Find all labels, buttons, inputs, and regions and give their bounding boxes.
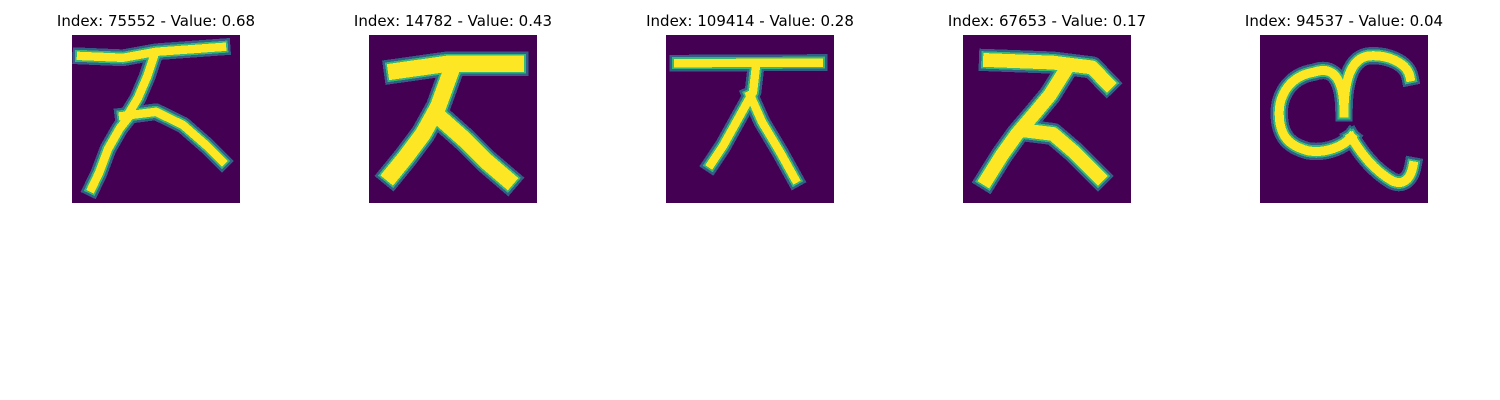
- digit-image: [963, 35, 1131, 203]
- panel-title: Index: 94537 - Value: 0.04: [1244, 12, 1444, 30]
- digit-image: [369, 35, 537, 203]
- digit-image: [1260, 35, 1428, 203]
- panel-1: Index: 14782 - Value: 0.43: [323, 0, 583, 210]
- panel-4: Index: 94537 - Value: 0.04: [1214, 0, 1474, 210]
- panel-3: Index: 67653 - Value: 0.17: [917, 0, 1177, 210]
- digit-image: [666, 35, 834, 203]
- panel-title: Index: 109414 - Value: 0.28: [646, 12, 854, 30]
- digit-image: [72, 35, 240, 203]
- glyph-stroke: [673, 58, 824, 68]
- panel-title: Index: 75552 - Value: 0.68: [56, 12, 256, 30]
- figure: Index: 75552 - Value: 0.68 Index: 14782 …: [0, 0, 1500, 400]
- panel-title: Index: 67653 - Value: 0.17: [947, 12, 1147, 30]
- panel-title: Index: 14782 - Value: 0.43: [353, 12, 553, 30]
- panel-2: Index: 109414 - Value: 0.28: [620, 0, 880, 210]
- panel-0: Index: 75552 - Value: 0.68: [26, 0, 286, 210]
